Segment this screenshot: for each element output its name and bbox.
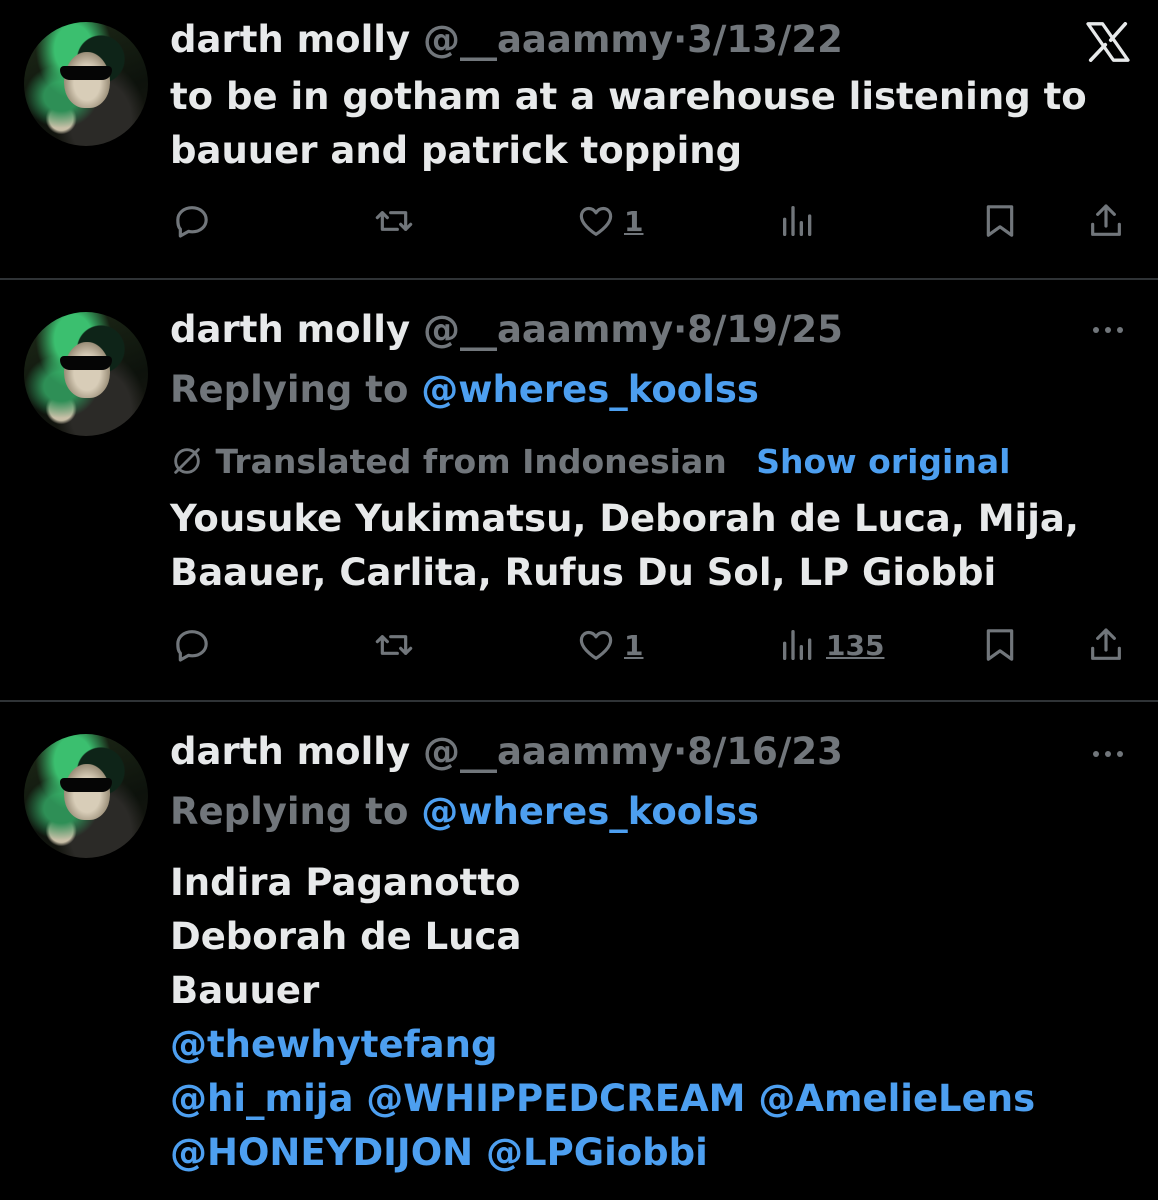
views-button[interactable]: 135	[778, 620, 884, 670]
tweet-text: to be in gotham at a warehouse listening…	[170, 70, 1130, 178]
tweet-text: Indira Paganotto Deborah de Luca Bauuer …	[170, 856, 1130, 1180]
author-handle[interactable]: @__aaammy	[423, 730, 673, 773]
tweet-text-line: Yousuke Yukimatsu, Deborah de Luca, Mija…	[170, 497, 1079, 540]
tweet-date[interactable]: 3/13/22	[687, 18, 843, 61]
author-name[interactable]: darth molly	[170, 308, 410, 351]
author-handle[interactable]: @__aaammy	[423, 308, 673, 351]
tweet-date[interactable]: 8/16/23	[687, 730, 843, 773]
views-count[interactable]: 135	[826, 629, 884, 662]
separator-dot: ·	[673, 18, 688, 61]
views-icon	[783, 630, 812, 660]
like-button[interactable]: 1	[576, 196, 643, 246]
tweet-text-line: Baauer, Carlita, Rufus Du Sol, LP Giobbi	[170, 551, 997, 594]
bookmark-icon	[986, 629, 1014, 661]
like-count[interactable]: 1	[624, 629, 643, 662]
avatar[interactable]	[24, 22, 148, 146]
like-count[interactable]: 1	[624, 205, 643, 238]
bookmark-icon	[986, 205, 1014, 237]
tweet-text-line: Bauuer	[170, 969, 320, 1012]
tweet-text-line: Indira Paganotto	[170, 861, 521, 904]
more-icon[interactable]	[1086, 744, 1130, 764]
heart-icon	[579, 206, 613, 236]
replying-label: Replying to	[170, 790, 409, 833]
separator-dot: ·	[673, 730, 688, 773]
replying-to-link[interactable]: @wheres_koolss	[421, 790, 759, 833]
reply-button[interactable]	[172, 196, 212, 246]
tweet-text-line: Deborah de Luca	[170, 915, 522, 958]
tweet-header: darth molly @__aaammy·8/19/25	[170, 306, 843, 354]
views-icon	[783, 206, 812, 236]
tweet-text-line: bauuer and patrick topping	[170, 129, 743, 172]
replying-to: Replying to @wheres_koolss	[170, 366, 759, 414]
translate-icon	[174, 448, 200, 474]
mention-links[interactable]: @HONEYDIJON @LPGiobbi	[170, 1126, 1130, 1180]
mention-links[interactable]: @hi_mija @WHIPPEDCREAM @AmelieLens	[170, 1072, 1130, 1126]
separator-dot: ·	[673, 308, 688, 351]
retweet-button[interactable]	[374, 620, 414, 670]
translated-label: Translated from Indonesian	[215, 442, 727, 481]
action-bar: 1	[0, 196, 1158, 246]
author-name[interactable]: darth molly	[170, 18, 410, 61]
retweet-icon	[375, 635, 413, 655]
views-button[interactable]	[778, 196, 818, 246]
translation-notice: Translated from Indonesian Show original	[170, 440, 1010, 484]
share-button[interactable]	[1086, 620, 1126, 670]
share-button[interactable]	[1086, 196, 1126, 246]
tweet-text: Yousuke Yukimatsu, Deborah de Luca, Mija…	[170, 492, 1130, 600]
tweet-date[interactable]: 8/19/25	[687, 308, 843, 351]
bookmark-button[interactable]	[980, 196, 1020, 246]
replying-to-link[interactable]: @wheres_koolss	[421, 368, 759, 411]
replying-to: Replying to @wheres_koolss	[170, 788, 759, 836]
tweet-3[interactable]: darth molly @__aaammy·8/16/23 Replying t…	[0, 702, 1158, 1200]
tweet-header: darth molly @__aaammy·3/13/22	[170, 16, 843, 64]
reply-icon	[176, 630, 208, 662]
more-icon[interactable]	[1086, 320, 1130, 340]
share-icon	[1091, 204, 1121, 236]
tweet-text-line: to be in gotham at a warehouse listening…	[170, 75, 1087, 118]
tweet-2[interactable]: darth molly @__aaammy·8/19/25 Replying t…	[0, 280, 1158, 700]
action-bar: 1 135	[0, 620, 1158, 670]
heart-icon	[579, 630, 613, 660]
share-icon	[1091, 628, 1121, 660]
retweet-button[interactable]	[374, 196, 414, 246]
show-original-link[interactable]: Show original	[756, 442, 1010, 481]
reply-icon	[176, 206, 208, 238]
retweet-icon	[375, 211, 413, 231]
tweet-header: darth molly @__aaammy·8/16/23	[170, 728, 843, 776]
mention-link[interactable]: @thewhytefang	[170, 1018, 1130, 1072]
reply-button[interactable]	[172, 620, 212, 670]
bookmark-button[interactable]	[980, 620, 1020, 670]
avatar[interactable]	[24, 312, 148, 436]
replying-label: Replying to	[170, 368, 409, 411]
tweet-1[interactable]: darth molly @__aaammy·3/13/22 to be in g…	[0, 0, 1158, 278]
author-handle[interactable]: @__aaammy	[423, 18, 673, 61]
author-name[interactable]: darth molly	[170, 730, 410, 773]
avatar[interactable]	[24, 734, 148, 858]
like-button[interactable]: 1	[576, 620, 643, 670]
